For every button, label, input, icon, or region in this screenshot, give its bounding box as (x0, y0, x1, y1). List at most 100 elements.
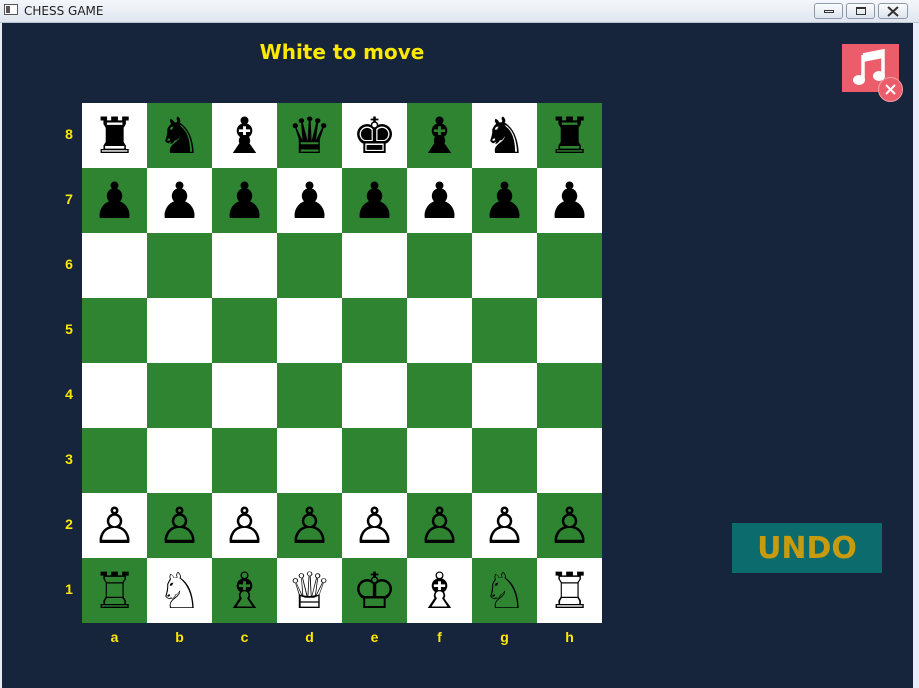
maximize-button[interactable] (846, 3, 875, 19)
square-b2[interactable]: ♙ (147, 493, 212, 558)
black-knight[interactable]: ♞ (482, 111, 527, 161)
white-pawn[interactable]: ♙ (417, 501, 462, 551)
square-e5[interactable] (342, 298, 407, 363)
black-pawn[interactable]: ♟ (352, 176, 397, 226)
chess-board[interactable]: ♜ ♞ ♝ ♛ ♚ ♝ ♞ ♜ ♟ ♟ ♟ ♟ ♟ ♟ ♟ ♟ ♙ ♙ ♙ ♙ ♙ ♙ ♙ ♙ ♖ ♘ ♗ ♕ ♔ ♗ ♘ ♖ (82, 103, 602, 623)
square-h6[interactable] (537, 233, 602, 298)
white-pawn[interactable]: ♙ (352, 501, 397, 551)
square-h5[interactable] (537, 298, 602, 363)
square-d7[interactable]: ♟ (277, 168, 342, 233)
square-c1[interactable]: ♗ (212, 558, 277, 623)
white-pawn[interactable]: ♙ (157, 501, 202, 551)
square-d8[interactable]: ♛ (277, 103, 342, 168)
square-f7[interactable]: ♟ (407, 168, 472, 233)
black-pawn[interactable]: ♟ (92, 176, 137, 226)
black-bishop[interactable]: ♝ (222, 111, 267, 161)
square-g7[interactable]: ♟ (472, 168, 537, 233)
square-d6[interactable] (277, 233, 342, 298)
white-pawn[interactable]: ♙ (222, 501, 267, 551)
square-h8[interactable]: ♜ (537, 103, 602, 168)
square-e3[interactable] (342, 428, 407, 493)
mute-indicator[interactable] (878, 77, 903, 102)
white-knight[interactable]: ♘ (157, 566, 202, 616)
square-g8[interactable]: ♞ (472, 103, 537, 168)
square-e8[interactable]: ♚ (342, 103, 407, 168)
square-c5[interactable] (212, 298, 277, 363)
white-pawn[interactable]: ♙ (287, 501, 332, 551)
square-f5[interactable] (407, 298, 472, 363)
white-bishop[interactable]: ♗ (417, 566, 462, 616)
square-e1[interactable]: ♔ (342, 558, 407, 623)
square-c3[interactable] (212, 428, 277, 493)
square-a3[interactable] (82, 428, 147, 493)
square-f1[interactable]: ♗ (407, 558, 472, 623)
square-c8[interactable]: ♝ (212, 103, 277, 168)
square-c4[interactable] (212, 363, 277, 428)
square-g2[interactable]: ♙ (472, 493, 537, 558)
square-a7[interactable]: ♟ (82, 168, 147, 233)
white-bishop[interactable]: ♗ (222, 566, 267, 616)
square-b1[interactable]: ♘ (147, 558, 212, 623)
minimize-button[interactable] (814, 3, 843, 19)
square-b3[interactable] (147, 428, 212, 493)
square-b6[interactable] (147, 233, 212, 298)
square-g3[interactable] (472, 428, 537, 493)
square-b8[interactable]: ♞ (147, 103, 212, 168)
square-h7[interactable]: ♟ (537, 168, 602, 233)
black-rook[interactable]: ♜ (547, 111, 592, 161)
square-e7[interactable]: ♟ (342, 168, 407, 233)
square-e4[interactable] (342, 363, 407, 428)
square-f8[interactable]: ♝ (407, 103, 472, 168)
black-queen[interactable]: ♛ (287, 111, 332, 161)
black-knight[interactable]: ♞ (157, 111, 202, 161)
white-pawn[interactable]: ♙ (482, 501, 527, 551)
square-c6[interactable] (212, 233, 277, 298)
white-queen[interactable]: ♕ (287, 566, 332, 616)
square-g5[interactable] (472, 298, 537, 363)
white-pawn[interactable]: ♙ (547, 501, 592, 551)
white-king[interactable]: ♔ (352, 566, 397, 616)
square-b5[interactable] (147, 298, 212, 363)
square-g1[interactable]: ♘ (472, 558, 537, 623)
square-f6[interactable] (407, 233, 472, 298)
square-g6[interactable] (472, 233, 537, 298)
white-rook[interactable]: ♖ (547, 566, 592, 616)
square-a4[interactable] (82, 363, 147, 428)
black-pawn[interactable]: ♟ (547, 176, 592, 226)
black-pawn[interactable]: ♟ (287, 176, 332, 226)
square-a5[interactable] (82, 298, 147, 363)
black-rook[interactable]: ♜ (92, 111, 137, 161)
square-h2[interactable]: ♙ (537, 493, 602, 558)
square-d3[interactable] (277, 428, 342, 493)
square-a1[interactable]: ♖ (82, 558, 147, 623)
square-d5[interactable] (277, 298, 342, 363)
square-a2[interactable]: ♙ (82, 493, 147, 558)
square-f4[interactable] (407, 363, 472, 428)
black-pawn[interactable]: ♟ (417, 176, 462, 226)
square-e2[interactable]: ♙ (342, 493, 407, 558)
black-king[interactable]: ♚ (352, 111, 397, 161)
undo-button[interactable]: UNDO (732, 523, 882, 573)
square-b7[interactable]: ♟ (147, 168, 212, 233)
square-b4[interactable] (147, 363, 212, 428)
white-knight[interactable]: ♘ (482, 566, 527, 616)
square-g4[interactable] (472, 363, 537, 428)
square-d4[interactable] (277, 363, 342, 428)
black-pawn[interactable]: ♟ (222, 176, 267, 226)
square-d1[interactable]: ♕ (277, 558, 342, 623)
black-pawn[interactable]: ♟ (482, 176, 527, 226)
square-h4[interactable] (537, 363, 602, 428)
square-a8[interactable]: ♜ (82, 103, 147, 168)
square-c7[interactable]: ♟ (212, 168, 277, 233)
square-f3[interactable] (407, 428, 472, 493)
white-pawn[interactable]: ♙ (92, 501, 137, 551)
black-bishop[interactable]: ♝ (417, 111, 462, 161)
close-button[interactable] (878, 3, 908, 19)
square-d2[interactable]: ♙ (277, 493, 342, 558)
black-pawn[interactable]: ♟ (157, 176, 202, 226)
square-h1[interactable]: ♖ (537, 558, 602, 623)
square-h3[interactable] (537, 428, 602, 493)
square-a6[interactable] (82, 233, 147, 298)
square-f2[interactable]: ♙ (407, 493, 472, 558)
square-e6[interactable] (342, 233, 407, 298)
